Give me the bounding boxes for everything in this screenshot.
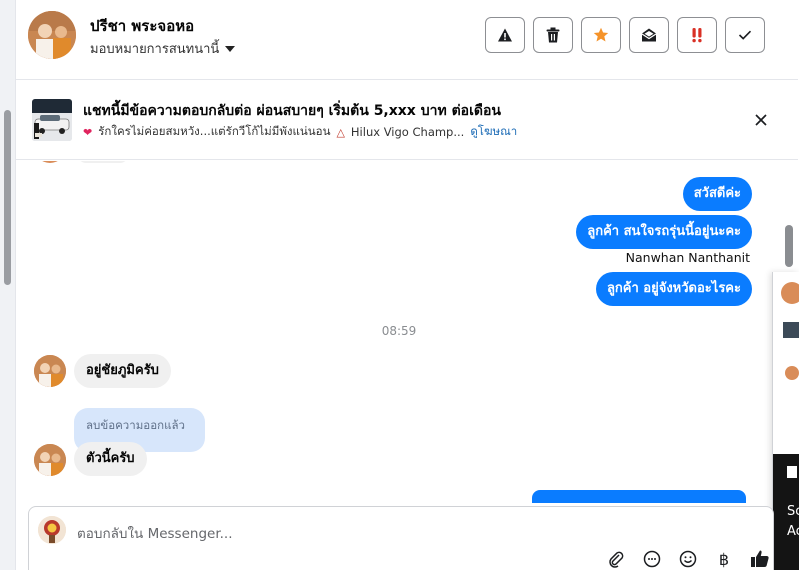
outgoing-message[interactable]: ลูกค้า สนใจรถรุ่นนี้อยู่นะคะ (576, 215, 752, 249)
check-icon (738, 30, 752, 40)
contact-avatar[interactable] (28, 11, 76, 59)
car-icon: △ (336, 125, 345, 139)
follow-up-button[interactable] (677, 17, 717, 53)
emoji-button[interactable] (677, 548, 699, 570)
payment-button[interactable]: ฿ (713, 548, 735, 570)
assign-conversation-dropdown[interactable]: มอบหมายการสนทนานี้ (90, 38, 236, 59)
saved-replies-button[interactable] (641, 548, 663, 570)
ad-subtitle: ❤ รักใครไม่ค่อยสมหวัง...แต่รักวีโก้ไม่มี… (83, 123, 517, 141)
avatar (785, 366, 799, 380)
side-dark-card: Sc Ac (773, 454, 799, 570)
star-button[interactable] (581, 17, 621, 53)
time-separator: 08:59 (381, 324, 417, 338)
side-text: Ac (787, 524, 799, 539)
composer-tools: ฿ (605, 548, 773, 570)
document-icon (787, 466, 797, 478)
outgoing-message[interactable]: ลูกค้า อยู่จังหวัดอะไรคะ (595, 272, 752, 306)
warning-icon (498, 28, 512, 42)
trash-icon (546, 27, 560, 43)
attach-file-button[interactable] (605, 548, 627, 570)
report-spam-button[interactable] (485, 17, 525, 53)
page-avatar (38, 516, 66, 544)
avatar (781, 282, 799, 304)
ad-thumbnail (783, 322, 799, 338)
close-ad-button[interactable] (750, 109, 772, 131)
contact-avatar-partial (34, 161, 66, 163)
incoming-message[interactable]: ตัวนี้ครับ (74, 442, 147, 476)
contact-name[interactable]: ปรีชา พระจอหอ (90, 14, 194, 38)
mark-unread-button[interactable] (629, 17, 669, 53)
paperclip-icon (609, 551, 624, 568)
thread-scrollbar[interactable] (785, 225, 793, 267)
ad-title: แชทนี้มีข้อความตอบกลับต่อ ผ่อนสบายๆ เริ่… (83, 103, 501, 119)
smiley-icon (679, 550, 697, 568)
sender-name: Nanwhan Nanthanit (625, 250, 750, 265)
outgoing-message[interactable]: สวัสดีค่ะ (682, 177, 752, 211)
contact-avatar[interactable] (34, 355, 66, 387)
mark-done-button[interactable] (725, 17, 765, 53)
reply-composer: ตอบกลับใน Messenger... ฿ (28, 506, 774, 570)
contact-avatar[interactable] (34, 444, 66, 476)
side-panel-partial: Sc Ac (772, 272, 799, 570)
header-actions (485, 17, 765, 53)
exclamation-icon (692, 28, 702, 43)
envelope-open-icon (641, 28, 657, 42)
ad-context-bar: แชทนี้มีข้อความตอบกลับต่อ ผ่อนสบายๆ เริ่… (16, 81, 798, 160)
outgoing-message-partial (532, 490, 746, 503)
chat-bubble-icon (643, 550, 661, 568)
left-scrollbar[interactable] (4, 110, 11, 285)
message-bubble-partial (78, 161, 128, 163)
incoming-message[interactable]: อยู่ชัยภูมิครับ (74, 354, 171, 388)
broken-heart-icon: ❤ (83, 125, 93, 139)
close-icon (755, 114, 767, 126)
ad-subtitle-text: รักใครไม่ค่อยสมหวัง...แต่รักวีโก้ไม่มีพั… (98, 124, 331, 138)
baht-icon: ฿ (718, 549, 730, 569)
side-text: Sc (787, 504, 799, 519)
reply-input[interactable]: ตอบกลับใน Messenger... (77, 522, 233, 544)
message-thread[interactable]: สวัสดีค่ะ ลูกค้า สนใจรถรุ่นนี้อยู่นะคะ N… (16, 161, 782, 503)
left-pane-edge (0, 0, 16, 570)
ad-model-text: Hilux Vigo Champ... (350, 125, 465, 139)
caret-down-icon (225, 45, 236, 52)
thumbs-up-icon (751, 550, 769, 567)
star-icon (593, 27, 609, 42)
conversation-header: ปรีชา พระจอหอ มอบหมายการสนทนานี้ (16, 0, 798, 80)
ad-thumbnail[interactable] (32, 99, 72, 141)
assign-label: มอบหมายการสนทนานี้ (90, 42, 220, 57)
send-like-button[interactable] (749, 548, 771, 570)
view-ad-link[interactable]: ดูโฆษณา (470, 123, 517, 141)
delete-button[interactable] (533, 17, 573, 53)
